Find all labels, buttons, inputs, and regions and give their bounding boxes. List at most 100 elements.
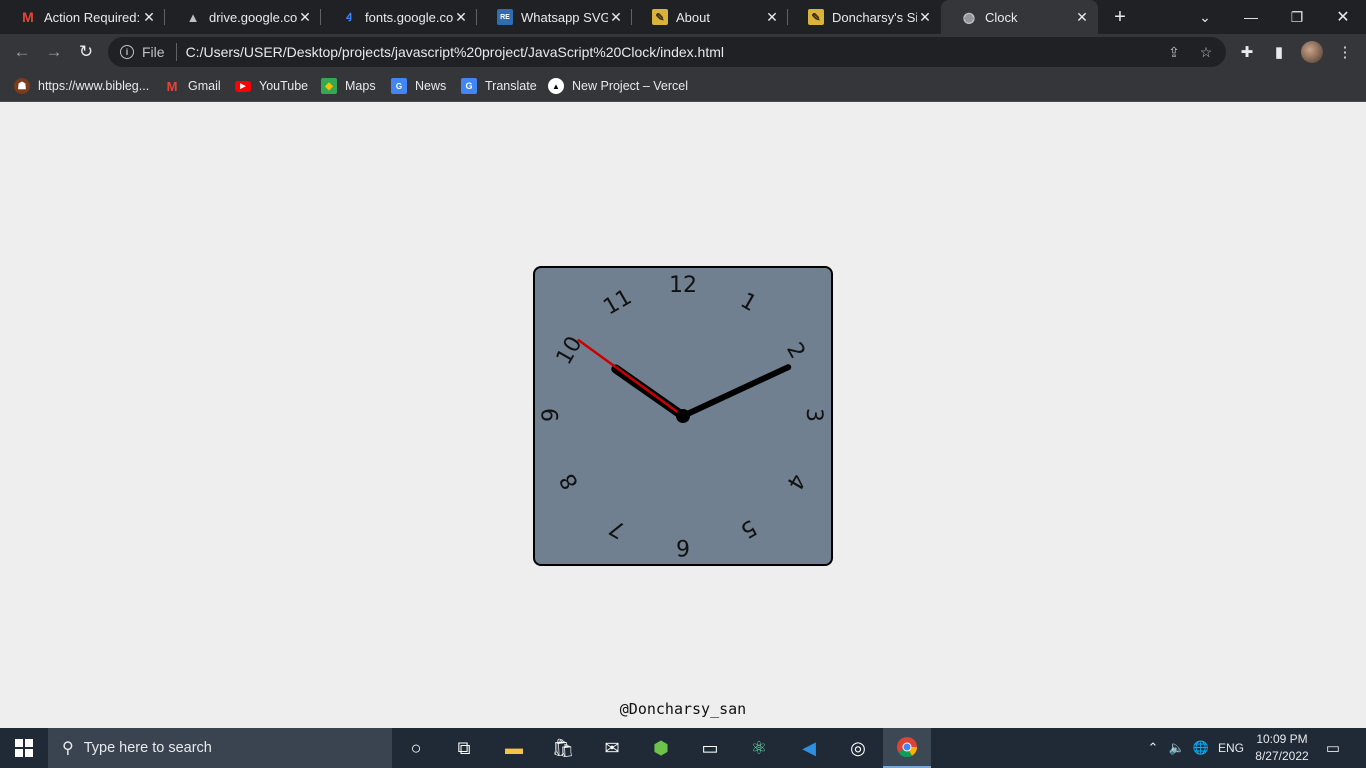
tab-title: fonts.google.com [365, 9, 453, 25]
bookmark-maps[interactable]: ◆ Maps [321, 76, 376, 96]
youtube-icon: ▶ [235, 80, 251, 92]
system-time: 10:09 PM [1256, 732, 1308, 746]
file-explorer-icon[interactable]: ▬ [490, 728, 538, 768]
info-icon[interactable]: i [120, 45, 134, 59]
atom-icon[interactable]: ⚛ [735, 728, 783, 768]
divider [175, 43, 177, 61]
close-icon[interactable]: ✕ [917, 9, 933, 25]
side-panel-icon[interactable]: ▮ [1270, 43, 1288, 61]
system-clock[interactable]: 10:09 PM 8/27/2022 [1250, 731, 1314, 765]
clock-hands [577, 338, 792, 423]
tab-fonts[interactable]: Ꜭ fonts.google.com ✕ [321, 0, 477, 34]
bookmarks-bar: ☗ https://www.bibleg... M Gmail ▶ YouTub… [0, 70, 1366, 102]
taskbar-search[interactable]: ⚲ Type here to search [48, 728, 392, 768]
close-icon[interactable]: ✕ [608, 9, 624, 25]
site-icon: ✎ [808, 9, 824, 25]
bookmark-label: New Project – Vercel [572, 79, 689, 93]
system-date: 8/27/2022 [1255, 749, 1309, 763]
share-icon[interactable]: ⇪ [1166, 44, 1182, 60]
fonts-icon: Ꜭ [345, 11, 353, 24]
site-icon: ✎ [652, 9, 668, 25]
translate-icon: G [461, 78, 477, 94]
cortana-icon[interactable]: ○ [392, 728, 440, 768]
gmail-icon: M [166, 78, 178, 94]
windows-icon [15, 739, 33, 757]
show-hidden-icons[interactable]: ⌃ [1144, 728, 1162, 768]
close-icon[interactable]: ✕ [453, 9, 469, 25]
tab-about[interactable]: ✎ About ✕ [632, 0, 788, 34]
scheme-label: File [142, 44, 165, 60]
notifications-icon[interactable]: ▭ [1320, 728, 1346, 768]
reload-button[interactable]: ↻ [72, 38, 100, 66]
search-icon: ⚲ [62, 740, 74, 757]
minimize-button[interactable]: — [1228, 0, 1274, 34]
gmail-icon: M [22, 9, 34, 25]
start-button[interactable] [0, 728, 48, 768]
tab-title: Clock [985, 9, 1018, 25]
bookmark-label: YouTube [259, 79, 309, 93]
bookmark-label: Gmail [188, 79, 221, 93]
network-icon[interactable]: 🌐 [1190, 728, 1212, 768]
terminal-icon[interactable]: ▭ [686, 728, 734, 768]
vscode-icon[interactable]: ◀ [785, 728, 833, 768]
browser-toolbar: ← → ↻ i File C:/Users/USER/Desktop/proje… [0, 34, 1366, 70]
url-text[interactable]: C:/Users/USER/Desktop/projects/javascrip… [186, 44, 724, 60]
minute-hand [680, 364, 792, 419]
drive-icon: ▲ [186, 9, 200, 25]
search-placeholder: Type here to search [83, 740, 212, 756]
volume-icon[interactable]: 🔈 [1166, 728, 1188, 768]
forward-button[interactable]: → [40, 38, 68, 66]
bookmark-gmail[interactable]: M Gmail [164, 76, 221, 96]
extensions-icon[interactable]: ✚ [1238, 43, 1256, 61]
bookmark-biblegateway[interactable]: ☗ https://www.bibleg... [14, 76, 149, 96]
credit-text: @Doncharsy_san [619, 700, 747, 718]
bookmark-news[interactable]: G News [391, 76, 446, 96]
task-view-icon[interactable]: ⧉ [440, 728, 488, 768]
tab-clock[interactable]: ◍ Clock ✕ [941, 0, 1098, 34]
page-content: 12 1 2 3 4 5 6 7 8 9 10 11 @Doncharsy_sa… [0, 103, 1366, 728]
bookmark-label: Maps [345, 79, 376, 93]
tab-whatsapp-svg[interactable]: RE Whatsapp SVG V ✕ [477, 0, 632, 34]
close-window-button[interactable]: ✕ [1320, 0, 1366, 34]
biblegateway-icon: ☗ [14, 78, 30, 94]
vercel-icon: ▲ [548, 78, 564, 94]
mail-icon[interactable]: ✉ [588, 728, 636, 768]
menu-icon[interactable]: ⋮ [1336, 43, 1354, 61]
chrome-icon[interactable] [883, 728, 931, 768]
chrome-logo [897, 737, 918, 758]
tab-title: drive.google.com [209, 9, 297, 25]
language-indicator[interactable]: ENG [1215, 728, 1247, 768]
address-bar[interactable]: i File C:/Users/USER/Desktop/projects/ja… [108, 37, 1226, 67]
avatar[interactable] [1301, 41, 1323, 63]
bookmark-label: https://www.bibleg... [38, 79, 150, 93]
tab-gmail[interactable]: M Action Required: ✕ [0, 0, 165, 34]
bookmark-label: News [415, 79, 447, 93]
store-icon[interactable]: 🛍 [539, 728, 587, 768]
bookmark-youtube[interactable]: ▶ YouTube [235, 76, 308, 96]
back-button[interactable]: ← [8, 38, 36, 66]
globe-icon: ◍ [962, 8, 976, 25]
close-icon[interactable]: ✕ [141, 9, 157, 25]
new-tab-button[interactable]: + [1108, 5, 1132, 29]
bookmark-translate[interactable]: G Translate [461, 76, 537, 96]
tab-search-button[interactable]: ⌄ [1182, 0, 1228, 34]
tab-title: Action Required: [44, 9, 141, 25]
tab-title: Doncharsy's Site [832, 9, 917, 25]
repo-icon: RE [497, 9, 513, 25]
close-icon[interactable]: ✕ [764, 9, 780, 25]
tab-doncharsy-site[interactable]: ✎ Doncharsy's Site ✕ [788, 0, 941, 34]
tab-title: Whatsapp SVG V [521, 9, 608, 25]
taskbar: ⚲ Type here to search ○ ⧉ ▬ 🛍 ✉ ⬢ ▭ ⚛ ◀ … [0, 728, 1366, 768]
bookmark-vercel[interactable]: ▲ New Project – Vercel [548, 76, 688, 96]
clock-center-pin [676, 409, 690, 423]
tab-drive[interactable]: ▲ drive.google.com ✕ [165, 0, 321, 34]
close-icon[interactable]: ✕ [1074, 9, 1090, 25]
close-icon[interactable]: ✕ [297, 9, 313, 25]
tab-title: About [676, 9, 710, 25]
news-icon: G [391, 78, 407, 94]
obs-icon[interactable]: ◎ [834, 728, 882, 768]
bookmark-star-icon[interactable]: ☆ [1198, 44, 1214, 60]
bookmark-label: Translate [485, 79, 537, 93]
nodejs-icon[interactable]: ⬢ [637, 728, 685, 768]
restore-button[interactable]: ❐ [1274, 0, 1320, 34]
